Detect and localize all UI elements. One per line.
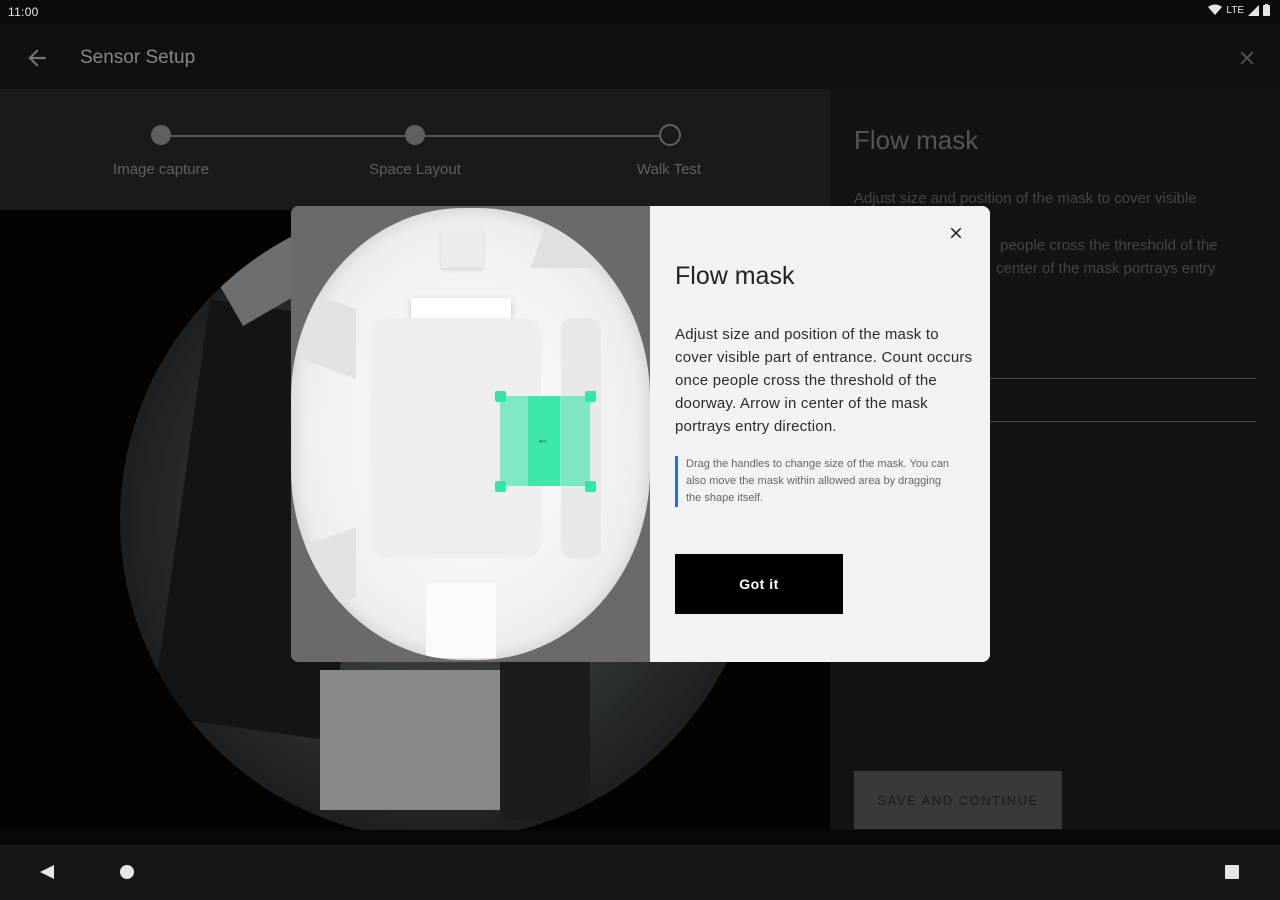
mask-handle-bottom-right[interactable] xyxy=(585,481,596,492)
navigation-bar xyxy=(0,845,1280,900)
entry-direction-arrow: ← xyxy=(537,432,549,446)
mask-handle-top-right[interactable] xyxy=(585,391,596,402)
signal-icon xyxy=(1248,4,1259,16)
dialog-hint: Drag the handles to change size of the m… xyxy=(675,456,956,507)
status-icons: LTE xyxy=(1208,4,1270,16)
wifi-icon xyxy=(1208,4,1223,15)
mask-handle-bottom-left[interactable] xyxy=(495,481,506,492)
flow-mask-illustration: ← xyxy=(291,206,650,662)
mask-handle-top-left[interactable] xyxy=(495,391,506,402)
dialog-body: Adjust size and position of the mask to … xyxy=(675,326,973,435)
nav-back-icon[interactable] xyxy=(38,863,56,881)
dialog-close-icon[interactable] xyxy=(947,224,965,242)
nav-recents-icon[interactable] xyxy=(1224,864,1240,880)
battery-icon xyxy=(1263,4,1270,16)
flow-mask-dialog: ← Flow mask Adjust size and position of … xyxy=(291,206,990,662)
room-illustration xyxy=(291,208,650,660)
dialog-content: Flow mask Adjust size and position of th… xyxy=(650,206,990,662)
status-time: 11:00 xyxy=(8,5,39,19)
network-type: LTE xyxy=(1226,4,1244,16)
dialog-title: Flow mask xyxy=(675,262,795,290)
nav-home-icon[interactable] xyxy=(119,864,135,880)
got-it-button[interactable]: Got it xyxy=(675,554,843,614)
status-bar: 11:00 LTE xyxy=(0,0,1280,25)
